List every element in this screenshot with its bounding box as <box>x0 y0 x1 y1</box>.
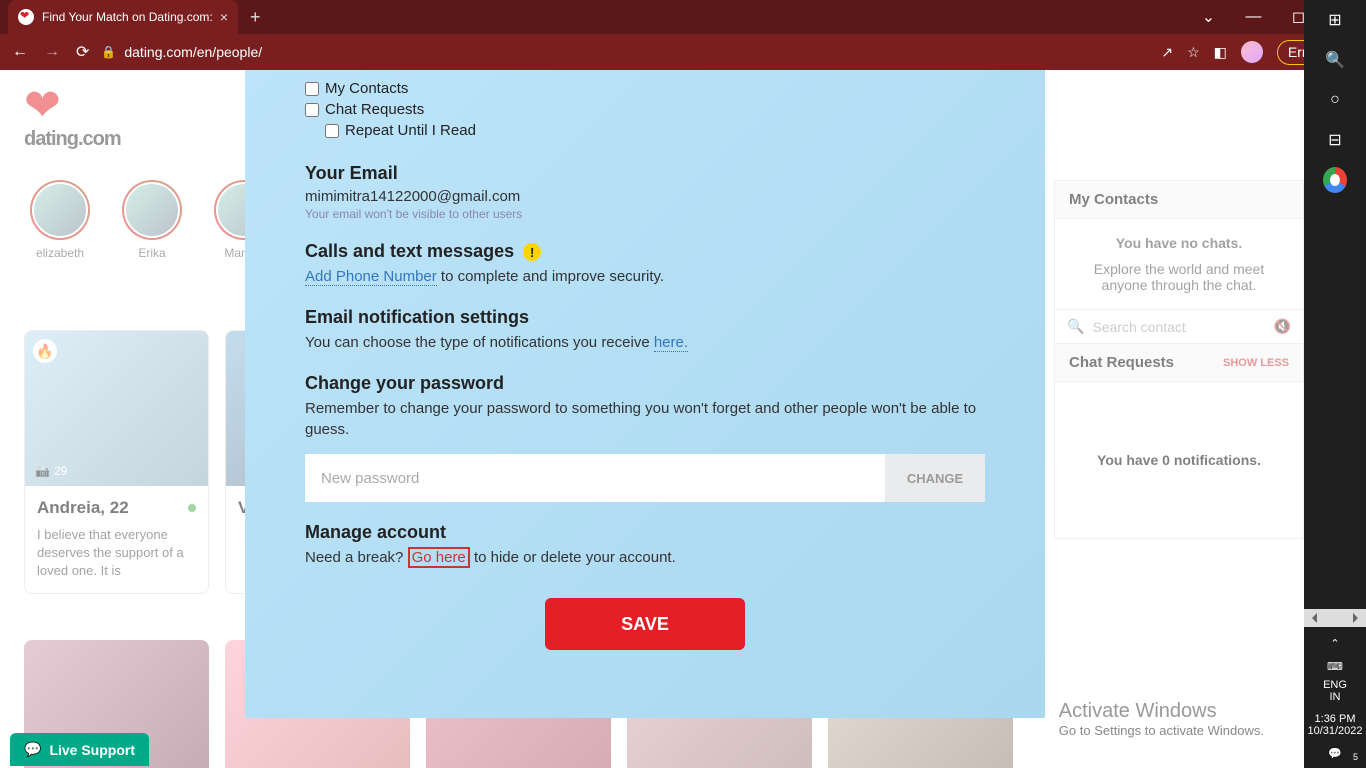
camera-icon: 📷 <box>35 464 50 478</box>
sound-icon[interactable]: 🔇 <box>1274 318 1291 335</box>
alert-icon: ! <box>523 243 541 261</box>
chat-icon: 💬 <box>24 741 41 758</box>
checkbox-chat-requests[interactable]: Chat Requests <box>305 101 985 118</box>
section-heading: Your Email <box>305 163 985 184</box>
heart-icon: ❤ <box>24 84 121 128</box>
add-phone-link[interactable]: Add Phone Number <box>305 268 437 286</box>
profile-bio: I believe that everyone deserves the sup… <box>37 526 196 581</box>
reload-button[interactable]: ⟳ <box>72 42 93 62</box>
section-heading: Manage account <box>305 522 985 543</box>
language-indicator[interactable]: ENGIN <box>1304 679 1366 703</box>
section-heading: Email notification settings <box>305 307 985 328</box>
keyboard-icon[interactable]: ⌨ <box>1304 660 1366 673</box>
search-icon[interactable]: 🔍 <box>1323 48 1347 72</box>
tab-close-icon[interactable]: × <box>220 9 228 25</box>
windows-taskbar: ⊞ 🔍 ○ ⊟ ⌃ ⌨ ENGIN 1:36 PM10/31/2022 💬5 <box>1304 0 1366 768</box>
email-note: Your email won't be visible to other use… <box>305 207 985 221</box>
profile-card[interactable]: 🔥 📷29 Andreia, 22 I believe that everyon… <box>24 330 209 594</box>
password-section: Change your password Remember to change … <box>305 373 985 502</box>
notification-section: Email notification settings You can choo… <box>305 307 985 353</box>
extension-icon[interactable]: ◧ <box>1214 44 1227 61</box>
story-item[interactable]: Erika <box>116 180 188 260</box>
chat-requests-header: Chat Requests SHOW LESS <box>1054 344 1304 382</box>
settings-modal: My Contacts Chat Requests Repeat Until I… <box>245 70 1045 718</box>
email-value: mimimitra14122000@gmail.com <box>305 188 985 205</box>
section-heading: Calls and text messages ! <box>305 241 985 262</box>
show-less-link[interactable]: SHOW LESS <box>1223 357 1289 369</box>
no-chats-panel: You have no chats. Explore the world and… <box>1054 219 1304 310</box>
search-icon: 🔍 <box>1067 318 1084 335</box>
notifications-panel: You have 0 notifications. <box>1054 382 1304 539</box>
logo-text: dating.com <box>24 128 121 151</box>
task-view-icon[interactable]: ⊟ <box>1323 128 1347 152</box>
notification-here-link[interactable]: here. <box>654 334 688 352</box>
checkbox-repeat[interactable]: Repeat Until I Read <box>325 122 985 139</box>
windows-watermark: Activate Windows Go to Settings to activ… <box>1059 700 1264 738</box>
save-button[interactable]: SAVE <box>545 598 745 650</box>
page-content: ❤ dating.com elizabeth Erika Maritza 🔥 📷… <box>0 70 1304 768</box>
windows-start-icon[interactable]: ⊞ <box>1323 8 1347 32</box>
tab-favicon <box>18 9 34 25</box>
email-section: Your Email mimimitra14122000@gmail.com Y… <box>305 163 985 221</box>
back-button[interactable]: ← <box>8 43 32 61</box>
flame-icon: 🔥 <box>33 339 57 363</box>
online-indicator <box>188 504 196 512</box>
right-sidebar: My Contacts You have no chats. Explore t… <box>1054 180 1304 539</box>
clock[interactable]: 1:36 PM10/31/2022 <box>1304 713 1366 737</box>
change-button[interactable]: CHANGE <box>885 454 985 502</box>
minimize-button[interactable]: — <box>1231 0 1276 34</box>
address-bar: ← → ⟳ 🔒 dating.com/en/people/ ↗ ☆ ◧ Erro… <box>0 34 1366 70</box>
forward-button[interactable]: → <box>40 43 64 61</box>
notification-icon[interactable]: 💬5 <box>1304 747 1366 760</box>
search-contact-input[interactable]: 🔍 Search contact 🔇 <box>1054 310 1304 344</box>
new-tab-button[interactable]: + <box>250 7 261 28</box>
chevron-down-icon[interactable]: ⌄ <box>1186 0 1231 34</box>
tab-title: Find Your Match on Dating.com: <box>42 10 213 24</box>
scrollbar[interactable] <box>1304 609 1366 627</box>
story-item[interactable]: elizabeth <box>24 180 96 260</box>
go-here-link[interactable]: Go here <box>408 547 470 568</box>
lock-icon[interactable]: 🔒 <box>101 45 116 59</box>
calls-section: Calls and text messages ! Add Phone Numb… <box>305 241 985 287</box>
browser-tab[interactable]: Find Your Match on Dating.com: × <box>8 0 238 34</box>
cortana-icon[interactable]: ○ <box>1323 88 1347 112</box>
my-contacts-header: My Contacts <box>1054 180 1304 219</box>
new-password-input[interactable] <box>305 454 885 502</box>
stories-row: elizabeth Erika Maritza <box>24 180 280 260</box>
chrome-icon[interactable] <box>1323 168 1347 192</box>
share-icon[interactable]: ↗ <box>1161 44 1173 61</box>
manage-account-section: Manage account Need a break? Go here to … <box>305 522 985 568</box>
photo-count: 📷29 <box>35 464 67 478</box>
live-support-button[interactable]: 💬 Live Support <box>10 733 149 766</box>
url-text[interactable]: dating.com/en/people/ <box>124 44 1153 60</box>
browser-tab-bar: Find Your Match on Dating.com: × + ⌄ — ◻… <box>0 0 1366 34</box>
profile-photo: 🔥 📷29 <box>25 331 208 486</box>
profile-avatar[interactable] <box>1241 41 1263 63</box>
chevron-up-icon[interactable]: ⌃ <box>1304 637 1366 650</box>
bookmark-icon[interactable]: ☆ <box>1187 44 1200 61</box>
site-logo[interactable]: ❤ dating.com <box>24 84 121 151</box>
checkbox-my-contacts[interactable]: My Contacts <box>305 80 985 97</box>
system-tray: ⌃ ⌨ ENGIN 1:36 PM10/31/2022 💬5 <box>1304 609 1366 768</box>
section-heading: Change your password <box>305 373 985 394</box>
password-instructions: Remember to change your password to some… <box>305 398 985 440</box>
profile-name: Andreia, 22 <box>37 498 196 518</box>
